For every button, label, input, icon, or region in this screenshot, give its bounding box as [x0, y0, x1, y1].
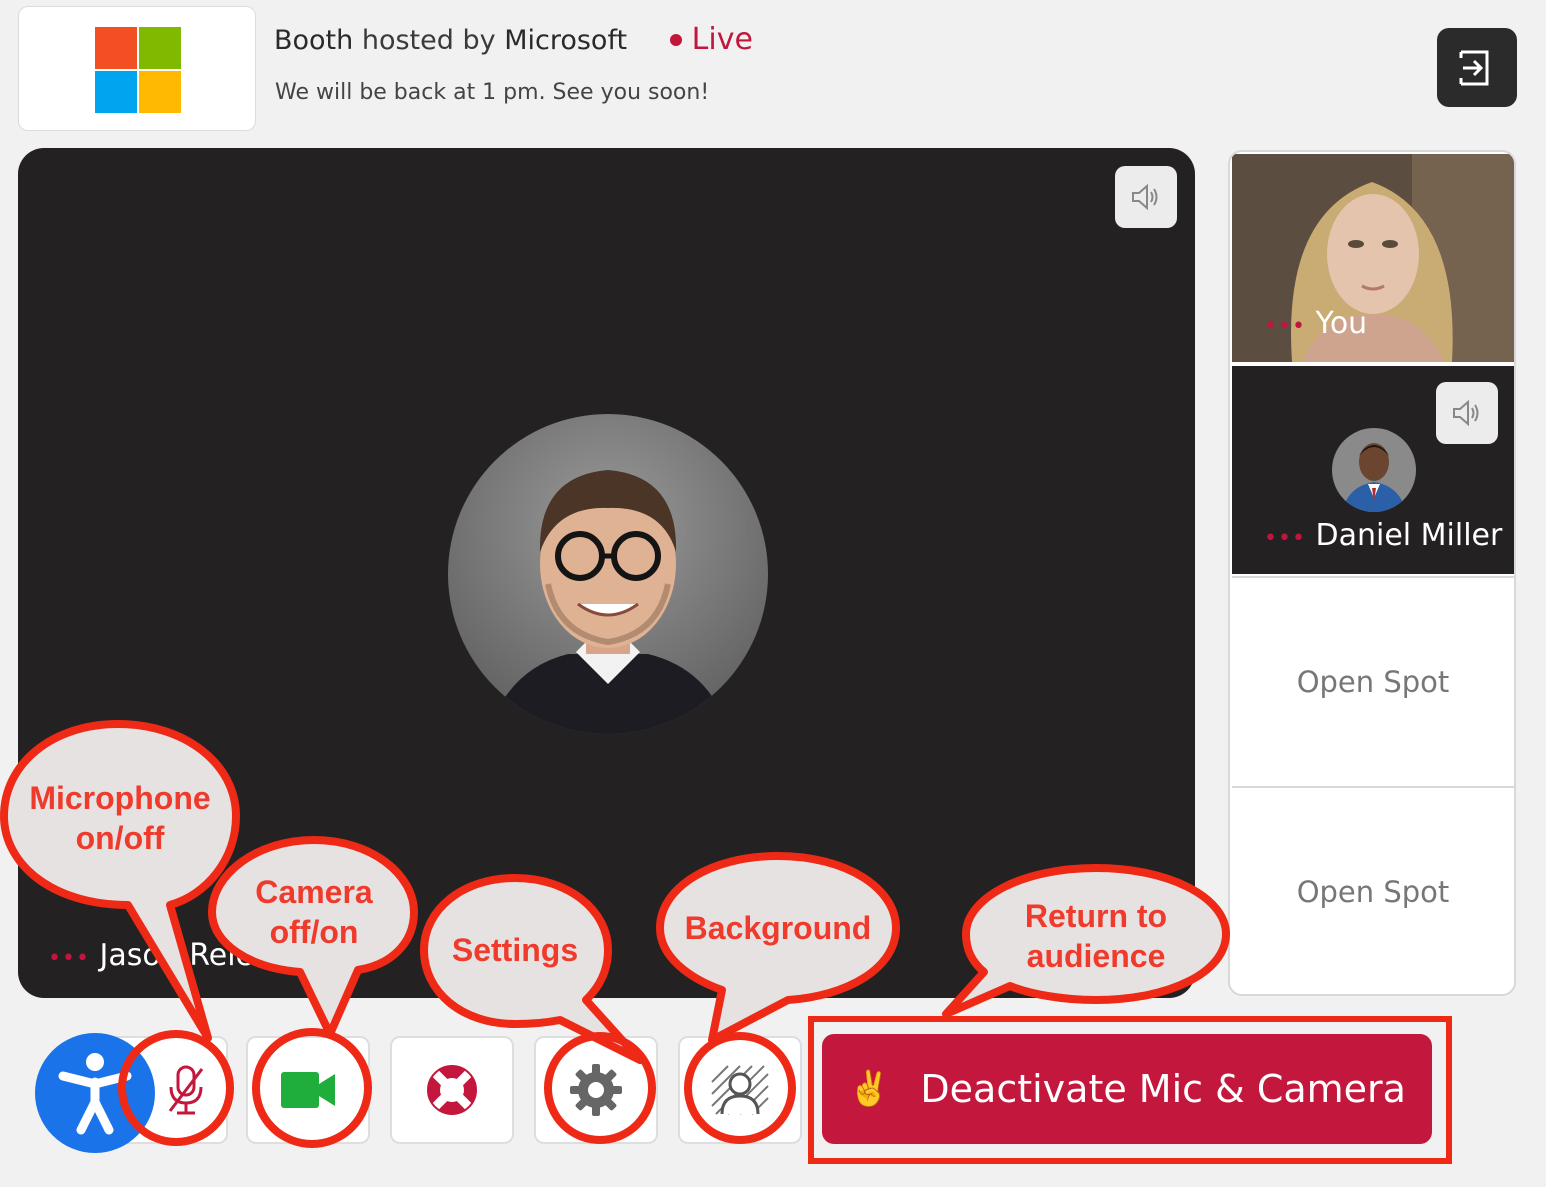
callout-camera: Camera off/on	[224, 872, 404, 952]
callout-microphone: Microphone on/off	[20, 778, 220, 858]
callout-return: Return to audience	[986, 896, 1206, 976]
callout-microphone-line2: on/off	[75, 820, 165, 856]
background-highlight-ring	[684, 1032, 796, 1144]
callout-overlay	[0, 720, 1230, 1148]
callout-camera-line2: off/on	[269, 914, 359, 950]
callout-microphone-line1: Microphone	[29, 780, 211, 816]
callout-settings: Settings	[451, 932, 579, 968]
callout-camera-line1: Camera	[255, 874, 373, 910]
settings-highlight-ring	[544, 1032, 656, 1144]
callout-background: Background	[684, 910, 872, 946]
callout-return-line2: audience	[1026, 938, 1166, 974]
microphone-highlight-ring	[118, 1030, 234, 1146]
callout-return-line1: Return to	[1024, 898, 1168, 934]
camera-highlight-ring	[252, 1028, 372, 1148]
